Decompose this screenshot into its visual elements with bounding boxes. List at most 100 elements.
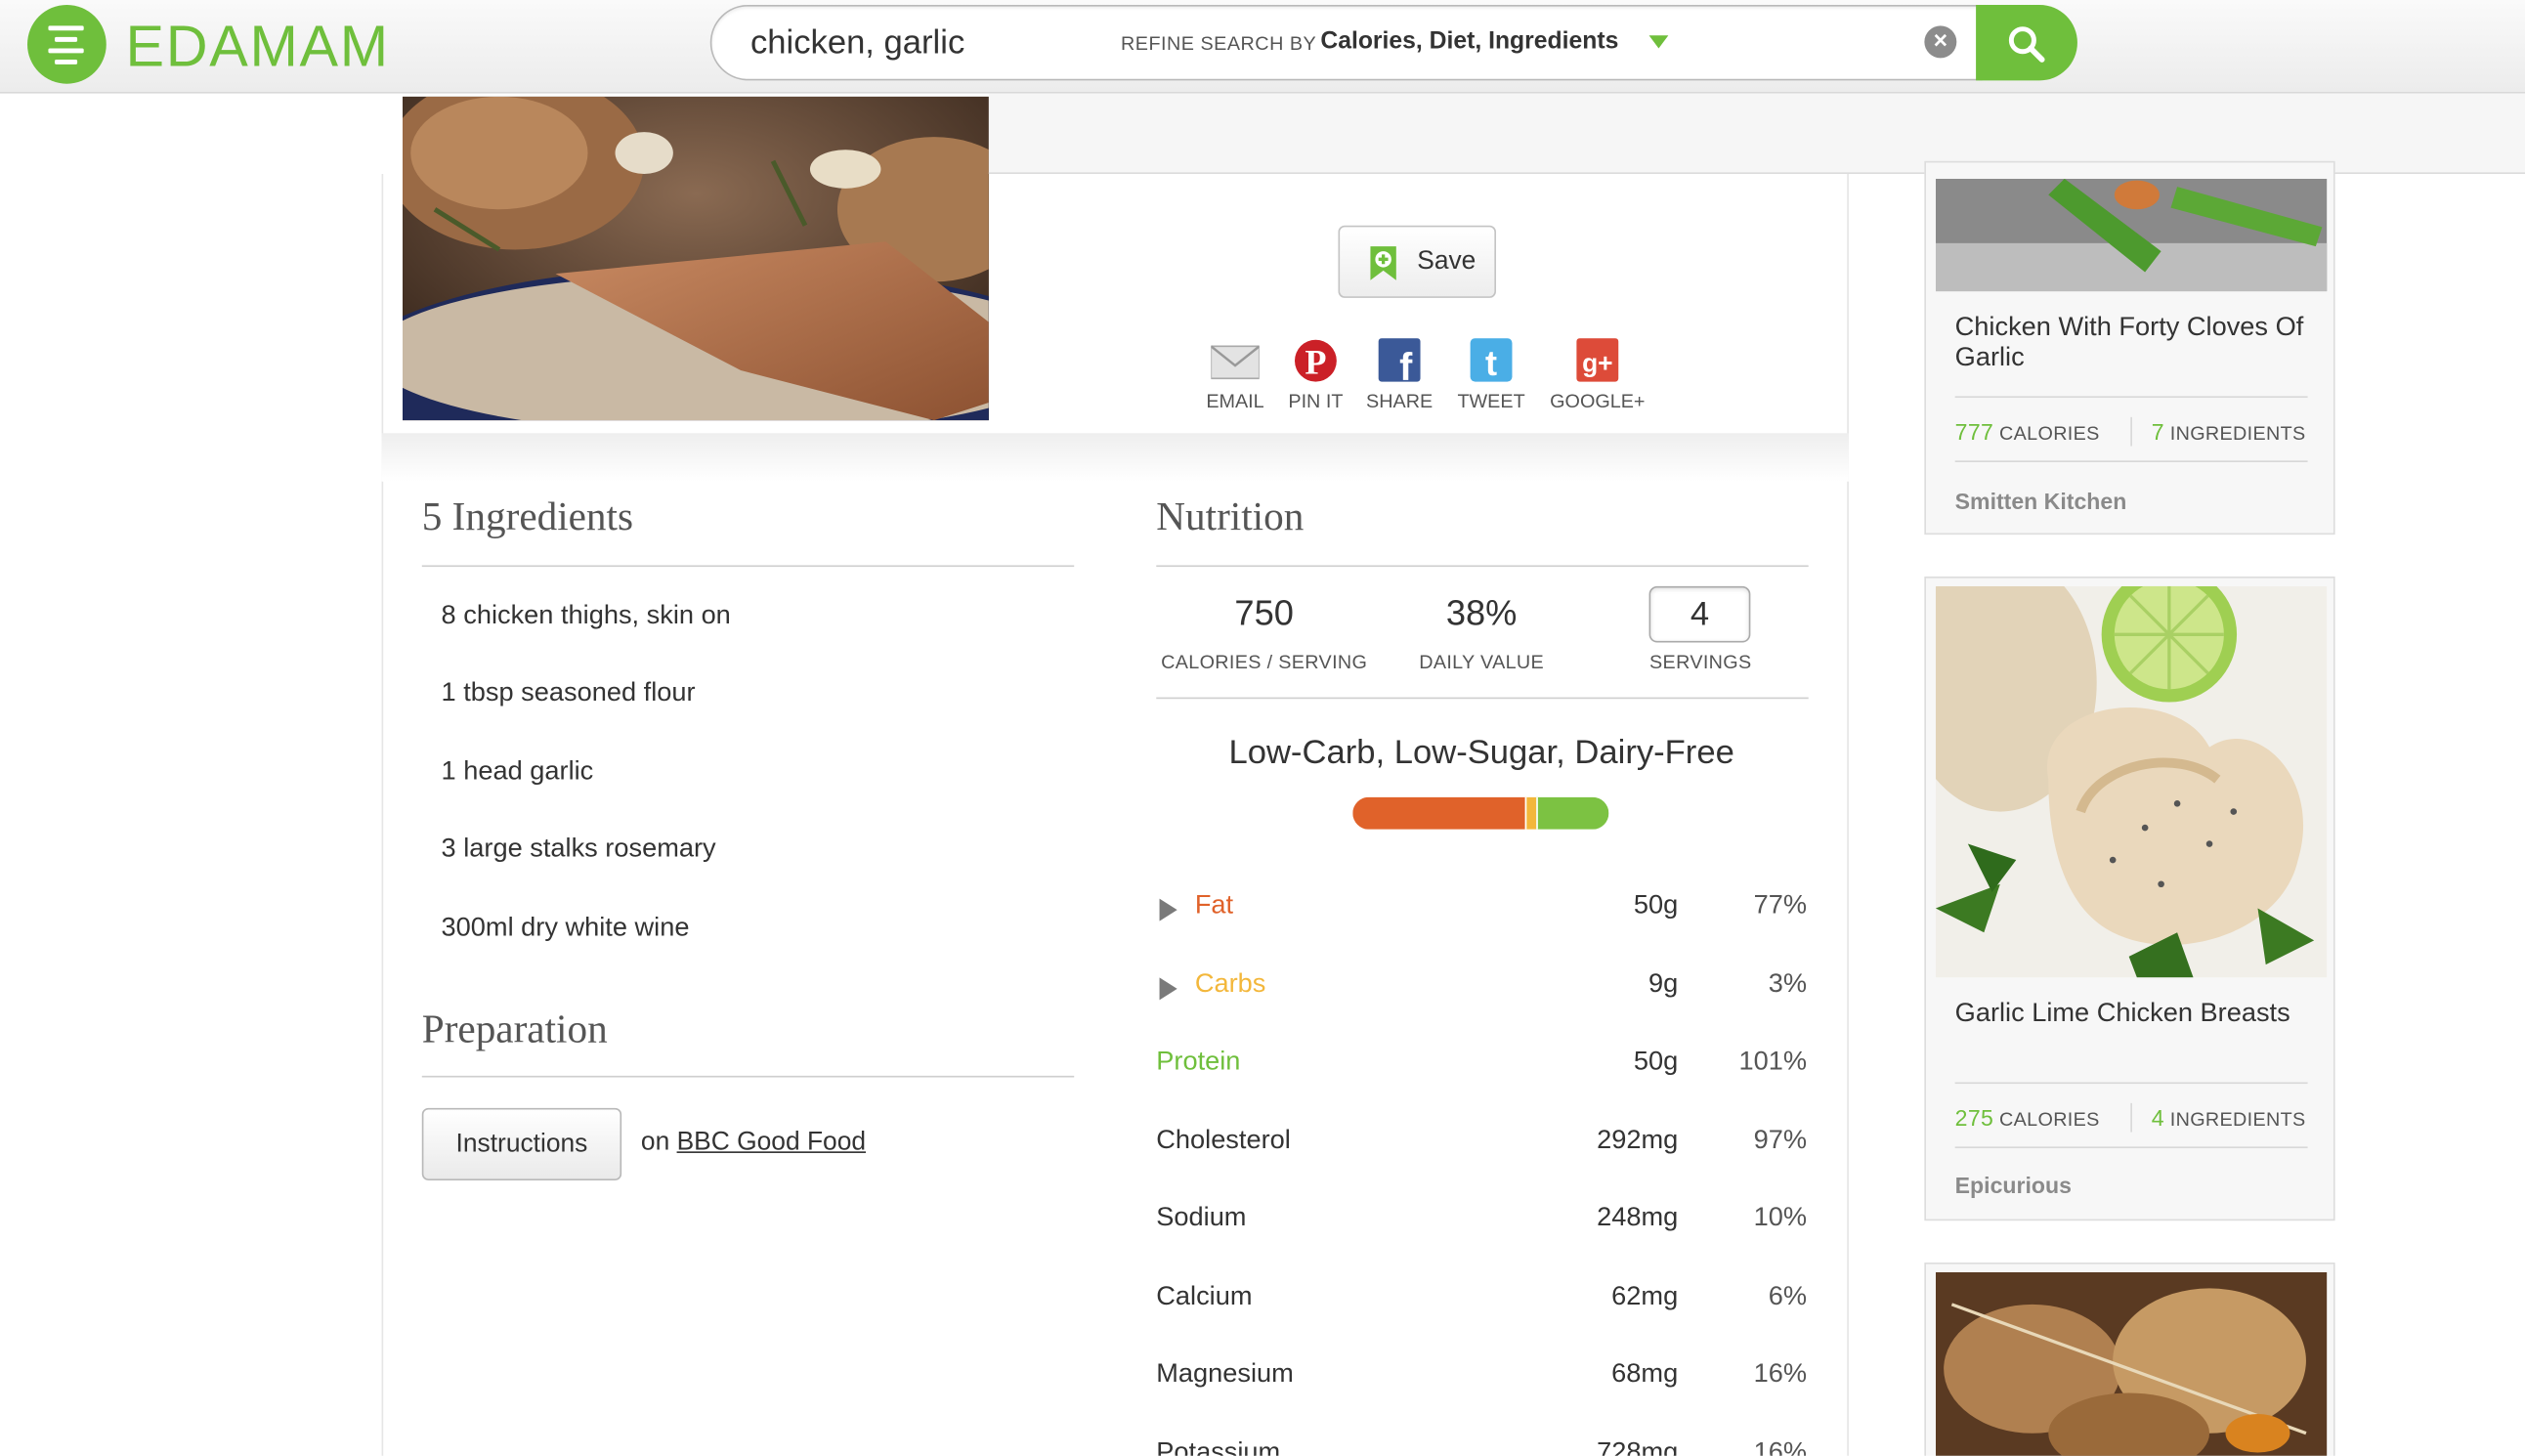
divider bbox=[2130, 1102, 2132, 1133]
chevron-down-icon[interactable] bbox=[1648, 35, 1669, 49]
nutrient-quantity: 68mg bbox=[1611, 1358, 1679, 1389]
share-google-plus[interactable]: g+ GOOGLE+ bbox=[1546, 338, 1648, 412]
expand-arrow-icon[interactable] bbox=[1159, 898, 1177, 921]
nutrient-row-sodium: Sodium 248mg 10% bbox=[1156, 1203, 1807, 1242]
related-recipe-ingredients: 4 INGREDIENTS bbox=[2152, 1105, 2306, 1131]
calories-label: CALORIES bbox=[1999, 1107, 2100, 1131]
clear-search-icon[interactable]: × bbox=[1924, 25, 1957, 59]
related-recipe-image[interactable] bbox=[1935, 585, 2328, 978]
ingredient-item: 3 large stalks rosemary bbox=[441, 834, 716, 864]
divider bbox=[1156, 697, 1809, 700]
nutrient-quantity: 248mg bbox=[1597, 1203, 1679, 1232]
nutrient-quantity: 62mg bbox=[1611, 1280, 1679, 1310]
facebook-icon: f bbox=[1375, 338, 1423, 389]
ingredients-number: 7 bbox=[2151, 418, 2164, 445]
bookmark-plus-icon bbox=[1370, 246, 1396, 280]
svg-text:P: P bbox=[1305, 342, 1326, 381]
related-recipe-card[interactable]: Chicken With Forty Cloves Of Garlic 777 … bbox=[1924, 160, 2335, 535]
logo-text[interactable]: EDAMAM bbox=[126, 13, 390, 80]
on-text: on bbox=[640, 1129, 670, 1157]
refine-label: REFINE SEARCH BY bbox=[1121, 31, 1317, 56]
divider bbox=[1954, 1082, 2308, 1085]
nutrient-quantity: 50g bbox=[1633, 1047, 1679, 1076]
ingredients-number: 4 bbox=[2151, 1104, 2164, 1131]
search-button[interactable] bbox=[1976, 4, 2077, 81]
nutrient-row-protein: Protein 50g 101% bbox=[1156, 1047, 1807, 1086]
ingredient-item: 1 tbsp seasoned flour bbox=[441, 677, 696, 707]
nutrient-percent: 10% bbox=[1753, 1203, 1808, 1232]
share-pinterest[interactable]: P PIN IT bbox=[1283, 338, 1348, 412]
nutrient-percent: 77% bbox=[1753, 890, 1808, 921]
servings-label: SERVINGS bbox=[1649, 650, 1752, 673]
calories-label: CALORIES bbox=[1999, 421, 2100, 445]
related-recipe-source[interactable]: Epicurious bbox=[1955, 1173, 2072, 1198]
related-recipe-ingredients: 7 INGREDIENTS bbox=[2152, 418, 2306, 444]
share-email-label: EMAIL bbox=[1206, 389, 1264, 412]
instructions-button[interactable]: Instructions bbox=[421, 1107, 622, 1180]
share-twitter[interactable]: t TWEET bbox=[1454, 338, 1528, 412]
fat-segment bbox=[1352, 796, 1524, 830]
svg-text:g+: g+ bbox=[1582, 349, 1613, 378]
nutrient-row-carbs[interactable]: Carbs 9g 3% bbox=[1156, 968, 1807, 1007]
nutrient-row-calcium: Calcium 62mg 6% bbox=[1156, 1281, 1807, 1320]
calories-number: 275 bbox=[1954, 1104, 1994, 1131]
instructions-source: on BBC Good Food bbox=[641, 1129, 866, 1158]
nutrient-percent: 3% bbox=[1768, 968, 1808, 998]
envelope-icon bbox=[1210, 338, 1261, 383]
servings-input[interactable]: 4 bbox=[1648, 585, 1751, 643]
related-recipe-card[interactable]: Garlic Lime Chicken Breasts 275 CALORIES… bbox=[1924, 576, 2335, 1221]
recipe-photo bbox=[403, 96, 989, 421]
ingredients-title: 5 Ingredients bbox=[421, 495, 634, 540]
divider bbox=[1156, 565, 1809, 568]
divider bbox=[1954, 396, 2308, 399]
daily-value-label: DAILY VALUE bbox=[1419, 650, 1545, 673]
ingredient-item: 8 chicken thighs, skin on bbox=[441, 600, 731, 630]
share-facebook-label: SHARE bbox=[1366, 389, 1434, 412]
nutrient-quantity: 9g bbox=[1648, 968, 1679, 998]
nutrient-name: Sodium bbox=[1156, 1203, 1247, 1232]
calories-label: CALORIES / SERVING bbox=[1161, 650, 1368, 673]
refine-filters[interactable]: Calories, Diet, Ingredients bbox=[1320, 27, 1618, 55]
calories-number: 777 bbox=[1954, 418, 1994, 445]
share-pinterest-label: PIN IT bbox=[1288, 389, 1344, 412]
nutrient-row-magnesium: Magnesium 68mg 16% bbox=[1156, 1359, 1807, 1398]
related-recipe-title[interactable]: Chicken With Forty Cloves Of Garlic bbox=[1955, 313, 2316, 374]
share-facebook[interactable]: f SHARE bbox=[1364, 338, 1435, 412]
nutrient-quantity: 728mg bbox=[1597, 1436, 1679, 1456]
twitter-icon: t bbox=[1467, 338, 1515, 383]
google-plus-icon: g+ bbox=[1573, 338, 1621, 383]
related-recipe-image[interactable] bbox=[1935, 1271, 2328, 1456]
ingredient-item: 300ml dry white wine bbox=[441, 913, 690, 943]
svg-text:f: f bbox=[1399, 346, 1413, 383]
nutrient-quantity: 292mg bbox=[1597, 1125, 1679, 1154]
divider bbox=[2130, 416, 2132, 447]
protein-segment bbox=[1536, 796, 1609, 830]
nutrition-title: Nutrition bbox=[1156, 495, 1305, 540]
nutrient-row-cholesterol: Cholesterol 292mg 97% bbox=[1156, 1125, 1807, 1164]
related-recipe-calories: 275 CALORIES bbox=[1955, 1105, 2100, 1131]
nutrient-name: Magnesium bbox=[1156, 1358, 1294, 1389]
save-label: Save bbox=[1417, 247, 1476, 276]
nutrient-percent: 97% bbox=[1753, 1125, 1808, 1154]
divider bbox=[421, 1075, 1075, 1078]
share-google-plus-label: GOOGLE+ bbox=[1550, 389, 1646, 412]
divider bbox=[421, 565, 1075, 568]
related-recipe-image[interactable] bbox=[1935, 178, 2328, 292]
related-recipe-card[interactable] bbox=[1924, 1263, 2335, 1456]
nutrient-name: Potassium bbox=[1156, 1436, 1281, 1456]
expand-arrow-icon[interactable] bbox=[1159, 976, 1177, 1000]
nutrient-quantity: 50g bbox=[1633, 890, 1679, 921]
macro-ratio-bar bbox=[1352, 796, 1609, 830]
save-button[interactable]: Save bbox=[1338, 225, 1496, 298]
nutrient-row-potassium: Potassium 728mg 16% bbox=[1156, 1437, 1807, 1456]
carbs-segment bbox=[1523, 796, 1537, 830]
calories-value: 750 bbox=[1234, 592, 1294, 633]
nutrient-row-fat[interactable]: Fat 50g 77% bbox=[1156, 890, 1807, 929]
nutrient-name: Carbs bbox=[1194, 968, 1266, 998]
source-link[interactable]: BBC Good Food bbox=[677, 1129, 866, 1156]
related-recipe-source[interactable]: Smitten Kitchen bbox=[1955, 488, 2127, 513]
ingredients-label: INGREDIENTS bbox=[2169, 421, 2306, 445]
related-recipe-title[interactable]: Garlic Lime Chicken Breasts bbox=[1955, 999, 2316, 1029]
nutrient-percent: 16% bbox=[1753, 1358, 1808, 1389]
share-email[interactable]: EMAIL bbox=[1201, 338, 1268, 412]
